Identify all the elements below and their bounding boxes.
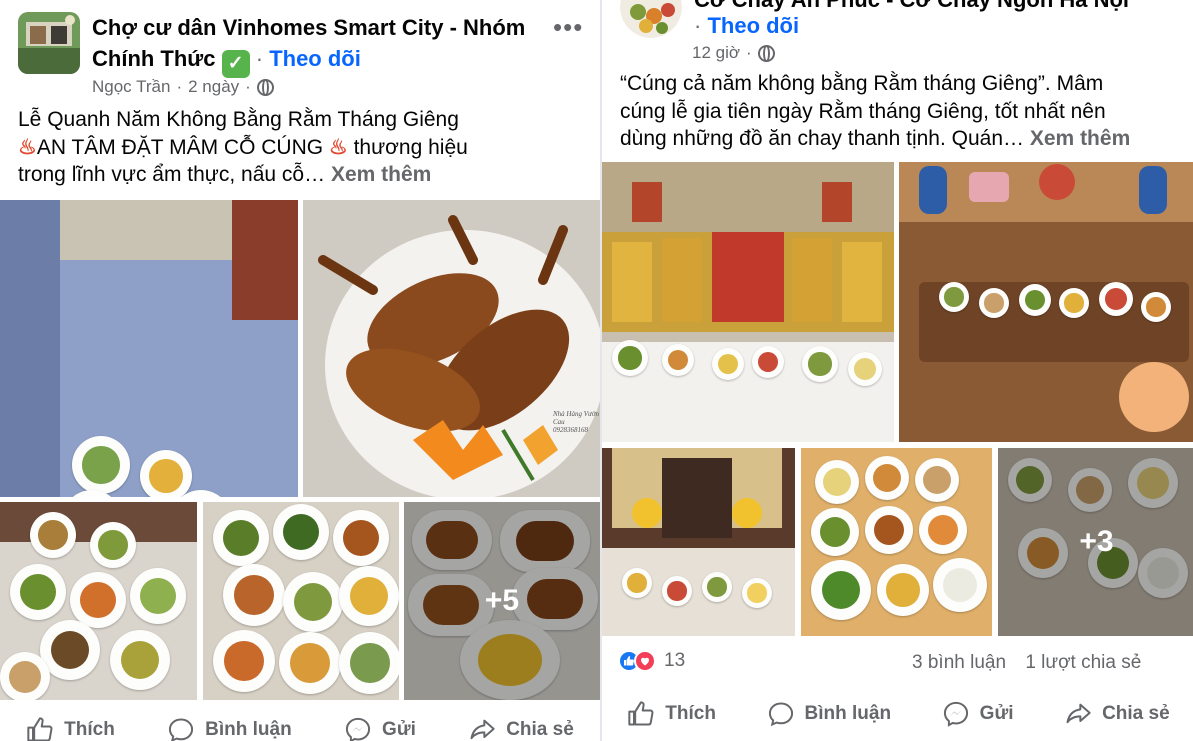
comment-button[interactable]: Bình luận: [767, 700, 892, 728]
post-time[interactable]: 12 giờ: [692, 43, 740, 63]
more-photos-count[interactable]: +3: [998, 448, 1193, 636]
post-text-line1: “Cúng cả năm không bằng Rằm tháng Giêng”…: [620, 72, 1104, 95]
watermark: Nhà Hàng Vườn Cau 0928368168: [553, 410, 600, 434]
comment-icon: [169, 718, 194, 741]
post-text-line3: trong lĩnh vực ẩm thực, nấu cỗ…: [18, 163, 326, 186]
verified-icon: ✓: [221, 50, 250, 78]
share-button[interactable]: Chia sẻ: [468, 716, 574, 741]
globe-icon: [757, 44, 775, 62]
comment-label: Bình luận: [205, 719, 292, 740]
more-photos-count[interactable]: +5: [404, 502, 600, 700]
like-icon: [628, 701, 654, 726]
reaction-count: 13: [664, 650, 686, 671]
hot-springs-icon: ♨: [328, 135, 348, 159]
send-label: Gửi: [382, 719, 416, 740]
follow-button[interactable]: Theo dõi: [707, 13, 799, 38]
photo-more[interactable]: +3: [998, 448, 1193, 636]
photo-offerings[interactable]: [899, 162, 1193, 442]
like-label: Thích: [665, 703, 716, 724]
share-label: Chia sẻ: [506, 719, 574, 740]
post-text: Lễ Quanh Năm Không Bằng Rằm Tháng Giêng …: [18, 106, 588, 189]
separator: ·: [245, 77, 251, 96]
like-label: Thích: [64, 719, 115, 740]
reactions-summary[interactable]: 13: [618, 650, 685, 672]
share-button[interactable]: Chia sẻ: [1064, 700, 1170, 728]
share-label: Chia sẻ: [1102, 703, 1170, 724]
group-name-line1[interactable]: Chợ cư dân Vinhomes Smart City - Nhóm: [92, 12, 552, 43]
send-icon: [943, 701, 968, 727]
comment-label: Bình luận: [804, 703, 892, 724]
photo-more[interactable]: +5: [404, 502, 600, 700]
photo-feast-table[interactable]: Nhà Hàng Vườn Cau 0928368168: [0, 200, 298, 497]
like-button[interactable]: Thích: [26, 716, 115, 741]
author-name[interactable]: Ngọc Trần: [92, 77, 170, 97]
photo-home-altar[interactable]: [602, 448, 795, 636]
see-more-link[interactable]: Xem thêm: [1030, 127, 1130, 150]
photo-altar[interactable]: [602, 162, 894, 442]
watermark-name: Nhà Hàng Vườn Cau: [553, 410, 600, 426]
post-time[interactable]: 2 ngày: [188, 77, 239, 97]
love-reaction-icon: [634, 650, 656, 672]
post-text-line2: cúng lễ gia tiên ngày Rằm tháng Giêng, t…: [620, 99, 1106, 123]
more-icon: •••: [553, 12, 584, 42]
group-name[interactable]: Chợ cư dân Vinhomes Smart City - Nhóm Ch…: [92, 12, 552, 78]
follow-button[interactable]: Theo dõi: [269, 46, 361, 71]
post-text-line1: Lễ Quanh Năm Không Bằng Rằm Tháng Giêng: [18, 108, 459, 131]
engagement-counts: 3 bình luận 1 lượt chia sẻ: [912, 652, 1141, 674]
send-label: Gửi: [979, 703, 1014, 724]
left-post: Chợ cư dân Vinhomes Smart City - Nhóm Ch…: [0, 0, 600, 741]
share-icon: [1066, 703, 1091, 724]
see-more-link[interactable]: Xem thêm: [331, 163, 431, 186]
separator: ·: [694, 13, 702, 38]
comment-icon: [768, 702, 793, 727]
page-avatar[interactable]: [620, 0, 682, 38]
photo-banquet-2[interactable]: [203, 502, 399, 700]
globe-icon: [256, 78, 274, 96]
separator: ·: [746, 43, 752, 62]
post-text-line2b: thương hiệu: [353, 135, 468, 159]
share-icon: [470, 719, 495, 740]
action-bar: Thích Bình luận Gửi Chia sẻ: [0, 712, 600, 741]
post-text: “Cúng cả năm không bằng Rằm tháng Giêng”…: [620, 70, 1190, 153]
separator: ·: [255, 46, 264, 71]
post-meta: 12 giờ ·: [692, 43, 775, 63]
like-icon: [27, 717, 53, 741]
post-meta: Ngọc Trần · 2 ngày ·: [92, 77, 274, 97]
share-count[interactable]: 1 lượt chia sẻ: [1025, 652, 1141, 673]
photo-vegetarian-dishes[interactable]: [801, 448, 992, 636]
post-text-line3: dùng những đồ ăn chay thanh tịnh. Quán…: [620, 127, 1025, 150]
send-button[interactable]: Gửi: [942, 700, 1014, 728]
action-bar: Thích Bình luận Gửi Chia sẻ: [602, 696, 1193, 732]
photo-banquet-1[interactable]: [0, 502, 197, 700]
group-avatar[interactable]: [18, 12, 80, 74]
post-text-line2: AN TÂM ĐẶT MÂM CỖ CÚNG: [36, 135, 324, 159]
more-options-button[interactable]: •••: [553, 12, 583, 43]
send-button[interactable]: Gửi: [344, 716, 416, 741]
hot-springs-icon: ♨: [18, 135, 37, 159]
comment-count[interactable]: 3 bình luận: [912, 652, 1006, 673]
photo-roasted-pigeons[interactable]: Nhà Hàng Vườn Cau 0928368168: [303, 200, 600, 497]
separator: ·: [176, 77, 183, 96]
watermark-phone: 0928368168: [553, 426, 588, 434]
group-name-line2[interactable]: Chính Thức: [92, 46, 215, 71]
like-button[interactable]: Thích: [627, 700, 716, 728]
comment-button[interactable]: Bình luận: [167, 716, 292, 741]
right-post: Cơ Chay An Phúc - Cơ Chay Ngon Hà Nội · …: [600, 0, 1193, 741]
send-icon: [345, 717, 371, 741]
follow-row: · Theo dõi: [694, 10, 799, 41]
